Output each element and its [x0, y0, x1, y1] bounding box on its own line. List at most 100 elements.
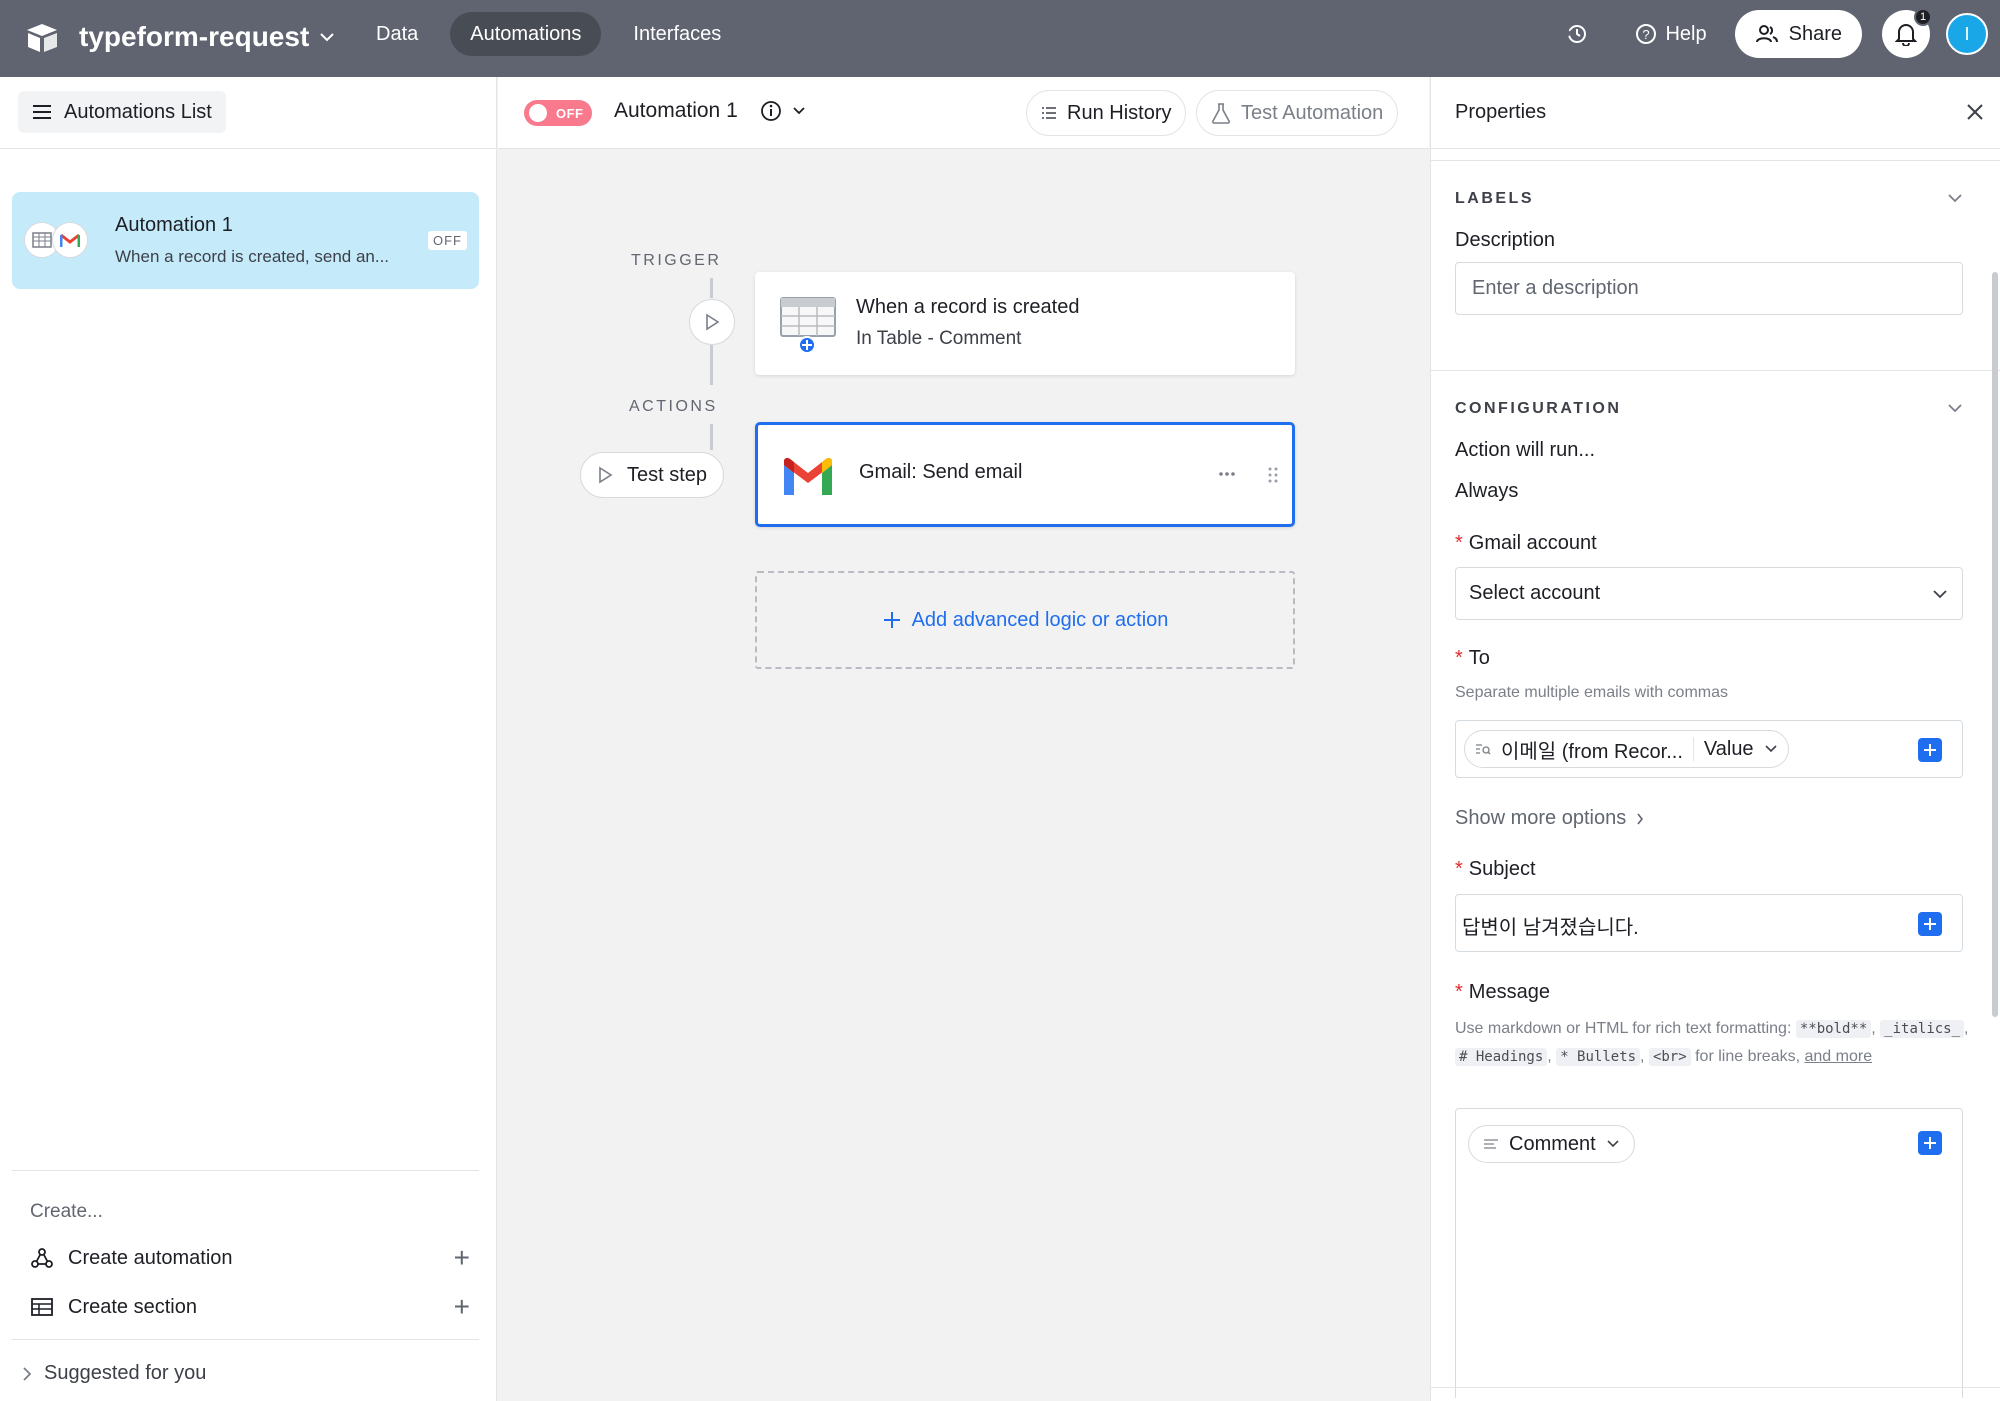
properties-scrollbar[interactable] — [1992, 272, 1998, 1017]
close-icon[interactable] — [1960, 97, 1990, 127]
bullets-code: * Bullets — [1556, 1048, 1641, 1066]
actions-label: ACTIONS — [629, 398, 718, 415]
action-title: Gmail: Send email — [859, 461, 1023, 483]
to-label-text: To — [1468, 647, 1490, 669]
notification-count-badge: 1 — [1914, 8, 1932, 26]
drag-handle-icon[interactable] — [1268, 467, 1278, 483]
subject-label-text: Subject — [1468, 858, 1536, 880]
subject-label: * Subject — [1455, 858, 1536, 880]
to-label: * To — [1455, 647, 1490, 669]
chevron-down-icon[interactable] — [1946, 399, 1964, 417]
base-logo-icon[interactable] — [22, 18, 62, 58]
help-button[interactable]: ? Help — [1623, 14, 1718, 54]
headings-code: # Headings — [1455, 1048, 1548, 1066]
run-history-label: Run History — [1067, 101, 1172, 124]
test-automation-button[interactable]: Test Automation — [1196, 90, 1399, 136]
automations-list-button[interactable]: Automations List — [18, 91, 226, 133]
top-nav: Data Automations Interfaces — [356, 12, 741, 56]
gmail-account-label-text: Gmail account — [1468, 532, 1597, 554]
trigger-subtitle: In Table - Comment — [856, 328, 1022, 349]
play-icon — [599, 466, 613, 484]
nav-interfaces[interactable]: Interfaces — [613, 12, 741, 56]
properties-header: Properties — [1431, 77, 2000, 149]
configuration-section-heading: CONFIGURATION — [1455, 400, 1622, 417]
toggle-label: OFF — [556, 105, 584, 121]
toggle-knob — [529, 104, 547, 122]
gmail-action-card[interactable]: Gmail: Send email — [755, 422, 1295, 527]
test-step-label: Test step — [627, 463, 708, 486]
to-chip-value[interactable]: Value — [1704, 738, 1754, 761]
share-label: Share — [1788, 22, 1842, 45]
chevron-down-icon — [1764, 745, 1777, 753]
subject-field[interactable]: 답변이 남겨졌습니다. — [1455, 894, 1963, 952]
plus-icon — [883, 612, 900, 628]
notifications-button[interactable]: 1 — [1882, 8, 1932, 58]
plus-icon: + — [453, 1291, 470, 1322]
history-icon — [1566, 25, 1587, 43]
hint-suffix: for line breaks, — [1695, 1048, 1801, 1065]
message-hint: Use markdown or HTML for rich text forma… — [1455, 1020, 1969, 1066]
properties-title: Properties — [1455, 101, 1547, 123]
automation-toolbar: OFF Automation 1 Run History Test Automa… — [498, 77, 1429, 149]
info-icon[interactable] — [760, 100, 782, 122]
to-field[interactable]: 이메일 (from Recor... Value — [1455, 720, 1963, 778]
description-label: Description — [1455, 229, 1556, 251]
suggested-for-you-toggle[interactable]: Suggested for you — [12, 1339, 479, 1385]
automation-toggle[interactable]: OFF — [524, 100, 592, 126]
section-icon — [31, 1298, 53, 1316]
nav-automations[interactable]: Automations — [450, 12, 602, 56]
trigger-title: When a record is created — [856, 296, 1080, 318]
insert-field-button[interactable] — [1918, 1131, 1942, 1155]
message-chip-label: Comment — [1509, 1132, 1596, 1155]
to-chip-field: 이메일 (from Recor... — [1501, 740, 1683, 763]
more-options-icon[interactable] — [1218, 471, 1236, 477]
bell-icon — [1895, 24, 1917, 46]
insert-field-button[interactable] — [1918, 738, 1942, 762]
message-field[interactable]: Comment — [1455, 1108, 1963, 1398]
history-button[interactable] — [1557, 14, 1597, 54]
subject-value: 답변이 남겨졌습니다. — [1462, 917, 1639, 939]
table-record-icon — [780, 297, 836, 354]
connector-line — [710, 424, 713, 450]
create-automation-label: Create automation — [68, 1246, 233, 1269]
hint-prefix: Use markdown or HTML for rich text forma… — [1455, 1020, 1792, 1037]
message-field-chip[interactable]: Comment — [1468, 1125, 1635, 1163]
description-placeholder: Enter a description — [1472, 277, 1639, 299]
add-logic-or-action-button[interactable]: Add advanced logic or action — [755, 571, 1295, 669]
show-more-options-button[interactable]: Show more options — [1455, 807, 1644, 830]
chevron-down-icon[interactable] — [1946, 189, 1964, 207]
base-name-dropdown[interactable]: typeform-request — [79, 17, 335, 57]
chevron-right-icon — [1637, 813, 1644, 824]
gmail-account-label: * Gmail account — [1455, 532, 1597, 554]
top-bar: typeform-request Data Automations Interf… — [0, 0, 2000, 77]
connector-line — [710, 278, 713, 298]
share-button[interactable]: Share — [1734, 10, 1862, 58]
and-more-link[interactable]: and more — [1805, 1048, 1873, 1065]
flask-icon — [1212, 103, 1230, 124]
chevron-right-icon — [23, 1366, 32, 1381]
nav-data[interactable]: Data — [356, 12, 438, 56]
gmail-account-value: Select account — [1469, 582, 1601, 604]
test-step-button[interactable]: Test step — [580, 452, 725, 498]
description-input[interactable]: Enter a description — [1455, 262, 1963, 315]
trigger-card[interactable]: When a record is created In Table - Comm… — [755, 272, 1295, 375]
create-automation-button[interactable]: Create automation + — [30, 1242, 470, 1273]
status-badge: OFF — [428, 231, 467, 250]
automation-list-item[interactable]: Automation 1 When a record is created, s… — [12, 192, 479, 289]
run-history-button[interactable]: Run History — [1026, 90, 1187, 136]
action-will-run-label: Action will run... — [1455, 439, 1596, 461]
message-label-text: Message — [1468, 981, 1550, 1003]
test-automation-label: Test Automation — [1241, 101, 1384, 124]
gmail-account-select[interactable]: Select account — [1455, 567, 1963, 620]
to-field-chip[interactable]: 이메일 (from Recor... Value — [1464, 730, 1789, 768]
add-logic-label: Add advanced logic or action — [911, 608, 1169, 631]
create-section-button[interactable]: Create section + — [30, 1291, 470, 1322]
user-avatar[interactable]: I — [1946, 13, 1988, 55]
plus-icon: + — [453, 1242, 470, 1273]
chevron-down-icon — [1933, 590, 1947, 599]
list-icon — [1042, 107, 1056, 119]
run-trigger-button[interactable] — [689, 299, 735, 345]
svg-text:?: ? — [1643, 27, 1650, 42]
automation-title-dropdown[interactable]: Automation 1 — [614, 99, 806, 123]
insert-field-button[interactable] — [1918, 912, 1942, 936]
